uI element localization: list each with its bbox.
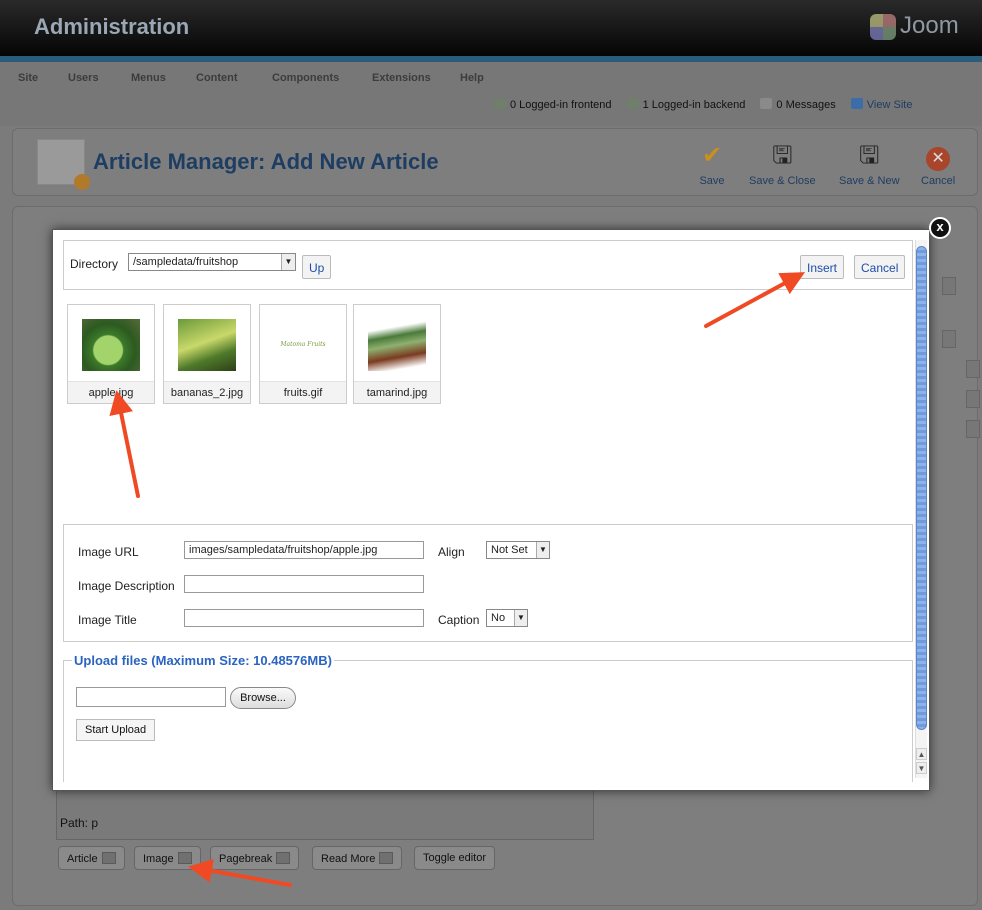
calendar-icon[interactable] [966, 420, 980, 438]
header-title: Administration [34, 14, 190, 39]
backend-users: 1 Logged-in backend [626, 98, 745, 111]
browse-button[interactable]: Browse... [230, 687, 296, 709]
menu-site[interactable]: Site [18, 72, 38, 84]
thumb-name: fruits.gif [260, 381, 346, 403]
side-field [942, 277, 956, 295]
side-field [942, 330, 956, 348]
align-select[interactable]: Not Set ▼ [486, 541, 550, 559]
menu-users[interactable]: Users [68, 72, 99, 84]
menu-extensions[interactable]: Extensions [372, 72, 431, 84]
modal-scrollbar-thumb[interactable] [916, 246, 927, 730]
up-button[interactable]: Up [302, 255, 332, 279]
image-icon [177, 852, 192, 864]
editor-pagebreak-button[interactable]: Pagebreak [210, 846, 300, 870]
image-title-label: Image Title [78, 613, 137, 627]
start-upload-button[interactable]: Start Upload [76, 719, 156, 741]
editor-article-button[interactable]: Article [58, 846, 125, 870]
align-label: Align [438, 545, 465, 559]
insert-button[interactable]: Insert [800, 255, 845, 279]
editor-path: Path: p [60, 816, 99, 830]
joomla-logo-icon [870, 13, 896, 40]
image-insert-modal: Directory /sampledata/fruitshop ▼ Up Ins… [52, 229, 930, 791]
image-title-input[interactable] [184, 609, 424, 627]
view-site-link[interactable]: View Site [850, 98, 912, 111]
upload-file-field[interactable] [76, 687, 226, 707]
tamarind-image [368, 319, 426, 371]
monitor-icon [850, 98, 863, 109]
main-menu: Site Users Menus Content Components Exte… [0, 62, 982, 126]
calendar-icon[interactable] [966, 390, 980, 408]
article-icon [101, 852, 116, 864]
image-url-input[interactable]: images/sampledata/fruitshop/apple.jpg [184, 541, 424, 559]
scroll-down-icon[interactable]: ▼ [916, 762, 927, 774]
pagebreak-icon [276, 852, 291, 864]
calendar-icon[interactable] [966, 360, 980, 378]
thumb-name: bananas_2.jpg [164, 381, 250, 403]
mail-icon [760, 98, 773, 109]
directory-select[interactable]: /sampledata/fruitshop ▼ [128, 253, 296, 271]
editor-area[interactable] [56, 784, 594, 840]
checkmark-icon: ✔ [701, 142, 723, 169]
cancel-button[interactable]: ✕ Cancel [921, 143, 955, 187]
upload-section: Upload files (Maximum Size: 10.48576MB) … [63, 653, 913, 782]
save-close-button[interactable]: 🖫 Save & Close [749, 142, 816, 188]
floppy-plus-icon: 🖫 [859, 142, 880, 169]
menu-menus[interactable]: Menus [131, 72, 166, 84]
upload-legend: Upload files (Maximum Size: 10.48576MB) [72, 653, 334, 668]
messages[interactable]: 0 Messages [760, 98, 836, 111]
users-icon [494, 98, 506, 109]
page-title: Article Manager: Add New Article [93, 149, 439, 174]
apple-image [82, 319, 140, 371]
close-icon: x [936, 219, 944, 234]
chevron-down-icon: ▼ [281, 254, 295, 270]
joomla-logo[interactable]: Joom [870, 12, 959, 40]
image-thumb-bananas[interactable]: bananas_2.jpg [163, 304, 251, 404]
image-thumb-tamarind[interactable]: tamarind.jpg [353, 304, 441, 404]
thumb-name: apple.jpg [68, 381, 154, 403]
scroll-up-icon[interactable]: ▲ [916, 748, 927, 760]
logo-text: Joom [900, 12, 959, 39]
caption-label: Caption [438, 613, 480, 627]
save-new-button[interactable]: 🖫 Save & New [839, 142, 900, 188]
admin-header: Administration Joom [0, 0, 982, 56]
image-url-label: Image URL [78, 545, 139, 559]
caption-select[interactable]: No ▼ [486, 609, 528, 627]
image-details: Image URL images/sampledata/fruitshop/ap… [63, 524, 913, 642]
readmore-icon [379, 852, 394, 864]
editor-readmore-button[interactable]: Read More [312, 846, 403, 870]
toolbar-panel: Article Manager: Add New Article ✔ Save … [12, 128, 978, 196]
menu-components[interactable]: Components [272, 72, 339, 84]
toggle-editor-button[interactable]: Toggle editor [414, 846, 495, 870]
image-thumb-fruits[interactable]: Matoma Fruits fruits.gif [259, 304, 347, 404]
menu-content[interactable]: Content [196, 72, 238, 84]
fruits-image: Matoma Fruits [274, 319, 332, 371]
status-row: 0 Logged-in frontend 1 Logged-in backend… [494, 98, 924, 111]
image-thumb-apple[interactable]: apple.jpg [67, 304, 155, 404]
directory-label: Directory [70, 257, 119, 271]
modal-close-button[interactable]: x [929, 217, 951, 239]
modal-cancel-button[interactable]: Cancel [854, 255, 906, 279]
image-description-label: Image Description [78, 579, 175, 593]
article-add-icon [37, 139, 90, 190]
menu-help[interactable]: Help [460, 72, 484, 84]
floppy-icon: 🖫 [772, 142, 793, 169]
directory-bar: Directory /sampledata/fruitshop ▼ Up Ins… [63, 240, 913, 290]
chevron-down-icon: ▼ [536, 542, 549, 558]
editor-image-button[interactable]: Image [134, 846, 201, 870]
users-icon [626, 98, 639, 109]
chevron-down-icon: ▼ [514, 610, 527, 626]
save-button[interactable]: ✔ Save [699, 142, 725, 188]
image-description-input[interactable] [184, 575, 424, 593]
thumb-name: tamarind.jpg [354, 381, 440, 403]
bananas-image [178, 319, 236, 371]
cancel-icon: ✕ [925, 143, 951, 171]
frontend-users: 0 Logged-in frontend [494, 98, 612, 111]
